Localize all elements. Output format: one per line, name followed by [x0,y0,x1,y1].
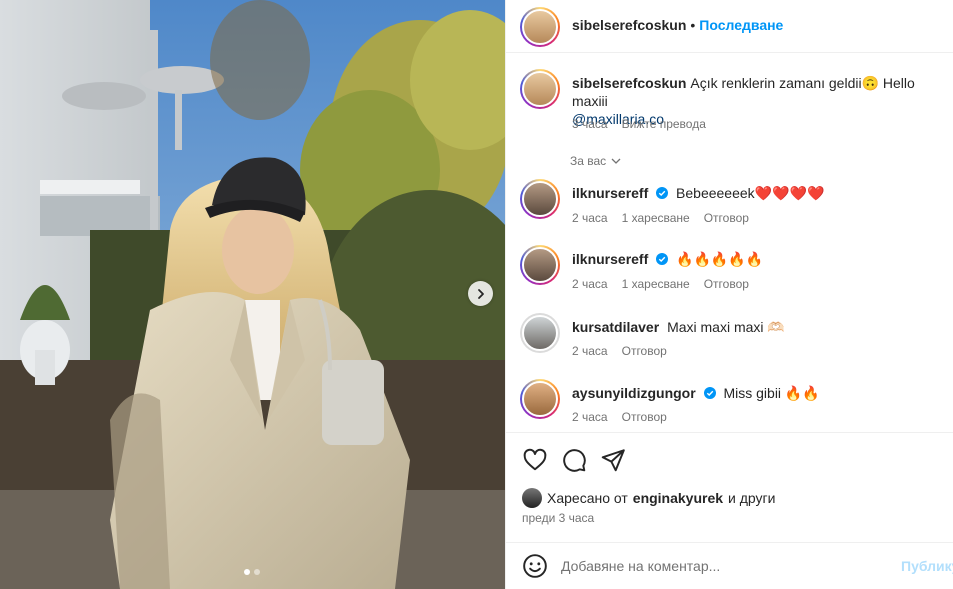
comment-username[interactable]: ilknursereff [572,185,648,201]
comment-username[interactable]: aysunyildizgungor [572,385,696,401]
liked-user[interactable]: enginakyurek [633,490,723,506]
comments-section[interactable]: sibelserefcoskun Açık renklerin zamanı ge… [506,54,953,432]
comment-text-block: kursatdilaver Maxi maxi maxi 🫶🏻 [572,318,942,336]
heart-icon[interactable] [522,447,548,473]
liked-prefix: Харесано от [547,490,628,506]
for-you-filter[interactable]: За вас [570,154,622,168]
carousel-dot [254,569,260,575]
reply-button[interactable]: Отговор [704,211,749,225]
verified-icon [656,253,669,265]
verified-icon [656,187,669,199]
caption-username[interactable]: sibelserefcoskun [572,75,686,91]
separator-dot: • [690,17,696,33]
comment-username[interactable]: kursatdilaver [572,319,659,335]
comment-icon[interactable] [561,447,587,473]
comment-text: Bebeeeeeek❤️❤️❤️❤️ [676,185,825,201]
verified-icon [703,387,716,399]
post-photo[interactable] [0,0,505,589]
reply-button[interactable]: Отговор [704,277,749,291]
comment-meta: 2 часа 1 харесване Отговор [572,277,749,291]
caption-avatar[interactable] [520,69,560,109]
share-icon[interactable] [600,447,626,473]
post-time[interactable]: преди 3 часа [522,511,594,525]
caption-meta: 3 часа Вижте превода [572,117,706,131]
comment-time[interactable]: 2 часа [572,344,608,358]
reply-button[interactable]: Отговор [622,410,667,424]
comment-likes[interactable]: 1 харесване [622,277,690,291]
author-username[interactable]: sibelserefcoskun [572,17,686,33]
commenter-avatar[interactable] [520,245,560,285]
comment-text-block: ilknursereff Bebeeeeeek❤️❤️❤️❤️ [572,184,942,202]
comment-text: Maxi maxi maxi 🫶🏻 [667,319,785,335]
comment-time[interactable]: 2 часа [572,211,608,225]
translate-link[interactable]: Вижте превода [622,117,706,131]
add-comment-bar: Публикуване [506,542,953,589]
post-side-panel: sibelserefcoskun • Последване sibelseref… [505,0,953,589]
chevron-down-icon [611,158,621,164]
comment-text-block: ilknursereff 🔥🔥🔥🔥🔥 [572,250,942,268]
comment-text: 🔥🔥🔥🔥🔥 [676,251,764,267]
commenter-avatar[interactable] [520,379,560,419]
liked-by: Харесано от enginakyurek и други [522,488,775,508]
for-you-label: За вас [570,154,607,168]
emoji-icon[interactable] [522,553,548,579]
post-actions: Харесано от enginakyurek и други преди 3… [506,432,953,542]
comment-meta: 2 часа Отговор [572,344,667,358]
comment-username[interactable]: ilknursereff [572,251,648,267]
comment-time[interactable]: 2 часа [572,277,608,291]
reply-button[interactable]: Отговор [622,344,667,358]
post-header: sibelserefcoskun • Последване [506,0,953,53]
comment-text: Miss gibii 🔥🔥 [723,385,820,401]
comment-likes[interactable]: 1 харесване [622,211,690,225]
carousel-dot-active [244,569,250,575]
comment-text-block: aysunyildizgungor Miss gibii 🔥🔥 [572,384,942,402]
comment-meta: 2 часа Отговор [572,410,667,424]
publish-button[interactable]: Публикуване [901,558,953,574]
post-image [0,0,505,589]
carousel-indicator [244,569,260,575]
commenter-avatar[interactable] [520,313,560,353]
author-avatar[interactable] [520,7,560,47]
liker-avatar[interactable] [522,488,542,508]
comment-time[interactable]: 2 часа [572,410,608,424]
comment-meta: 2 часа 1 харесване Отговор [572,211,749,225]
caption-time[interactable]: 3 часа [572,117,608,131]
commenter-avatar[interactable] [520,179,560,219]
follow-button[interactable]: Последване [699,17,783,33]
chevron-right-icon [477,288,484,299]
next-image-button[interactable] [468,281,493,306]
liked-suffix[interactable]: и други [728,490,775,506]
comment-input[interactable] [561,553,891,579]
